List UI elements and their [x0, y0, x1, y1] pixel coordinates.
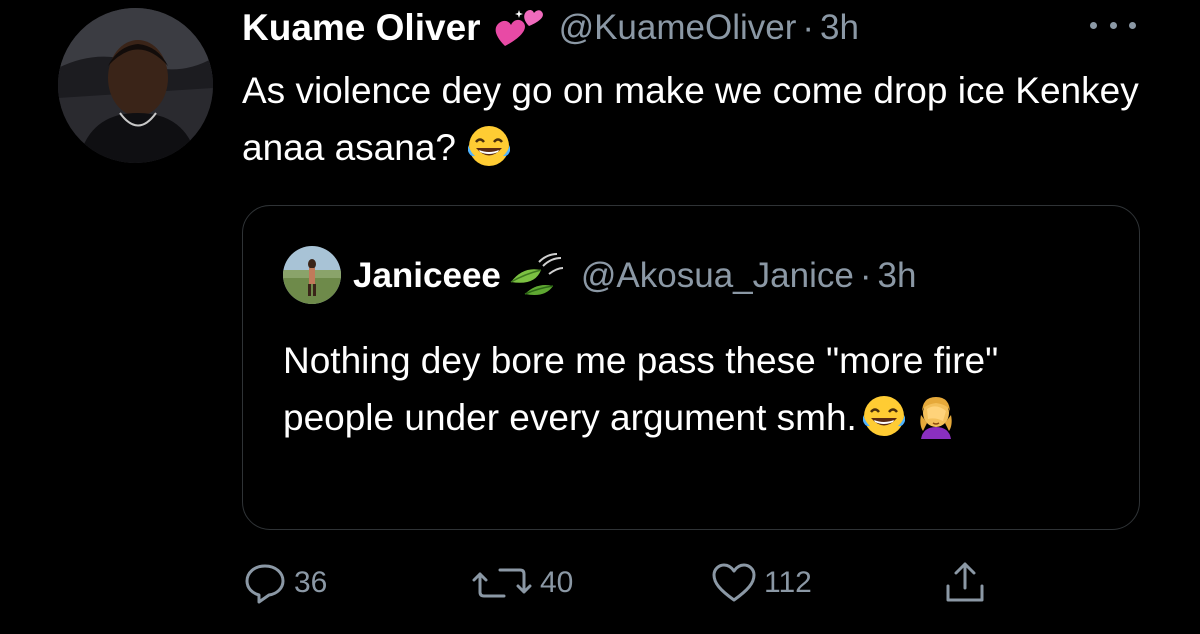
more-dot [1090, 21, 1097, 29]
author-avatar[interactable] [58, 8, 213, 163]
more-options-icon[interactable] [1090, 10, 1136, 40]
author-name[interactable]: Kuame Oliver [242, 7, 481, 49]
quoted-author-handle[interactable]: @Akosua_Janice [581, 256, 854, 296]
retweet-button[interactable]: 40 [470, 558, 573, 608]
author-handle[interactable]: @KuameOliver [559, 8, 797, 48]
tweet-time[interactable]: 3h [820, 8, 859, 48]
like-button[interactable]: 112 [710, 558, 812, 608]
like-count: 112 [764, 566, 812, 599]
reply-button[interactable]: 36 [242, 558, 327, 608]
separator-dot: · [859, 256, 872, 295]
quoted-author-name[interactable]: Janiceee [353, 256, 501, 296]
quoted-tweet-card[interactable]: Janiceee @Akosua_Janice · 3h Nothing dey… [242, 205, 1140, 530]
share-button[interactable] [942, 558, 988, 608]
leaf-fluttering-icon [505, 252, 563, 300]
separator-dot: · [802, 8, 815, 47]
retweet-count: 40 [540, 566, 574, 599]
face-with-tears-of-joy-icon [861, 393, 907, 439]
quoted-author-avatar[interactable] [283, 246, 341, 304]
heart-icon [712, 563, 756, 602]
tweet-body: As violence dey go on make we come drop … [242, 62, 1162, 176]
two-hearts-icon [493, 6, 545, 50]
woman-facepalming-icon [913, 393, 959, 440]
tweet-action-bar: 36 40 112 [242, 558, 1142, 608]
tweet-header: Kuame Oliver @KuameOliver · 3h [242, 2, 859, 54]
more-dot [1109, 21, 1117, 29]
reply-icon [245, 564, 285, 604]
tweet-text: As violence dey go on make we come drop … [242, 70, 1139, 168]
reply-count: 36 [294, 566, 328, 599]
retweet-icon [472, 568, 532, 598]
quoted-tweet-body: Nothing dey bore me pass these "more fir… [283, 332, 1083, 446]
quoted-tweet-time: 3h [877, 256, 917, 295]
quoted-tweet-header: Janiceee @Akosua_Janice · 3h [353, 250, 916, 302]
share-icon [946, 562, 984, 602]
face-with-tears-of-joy-icon [466, 123, 512, 169]
more-dot [1129, 21, 1136, 29]
